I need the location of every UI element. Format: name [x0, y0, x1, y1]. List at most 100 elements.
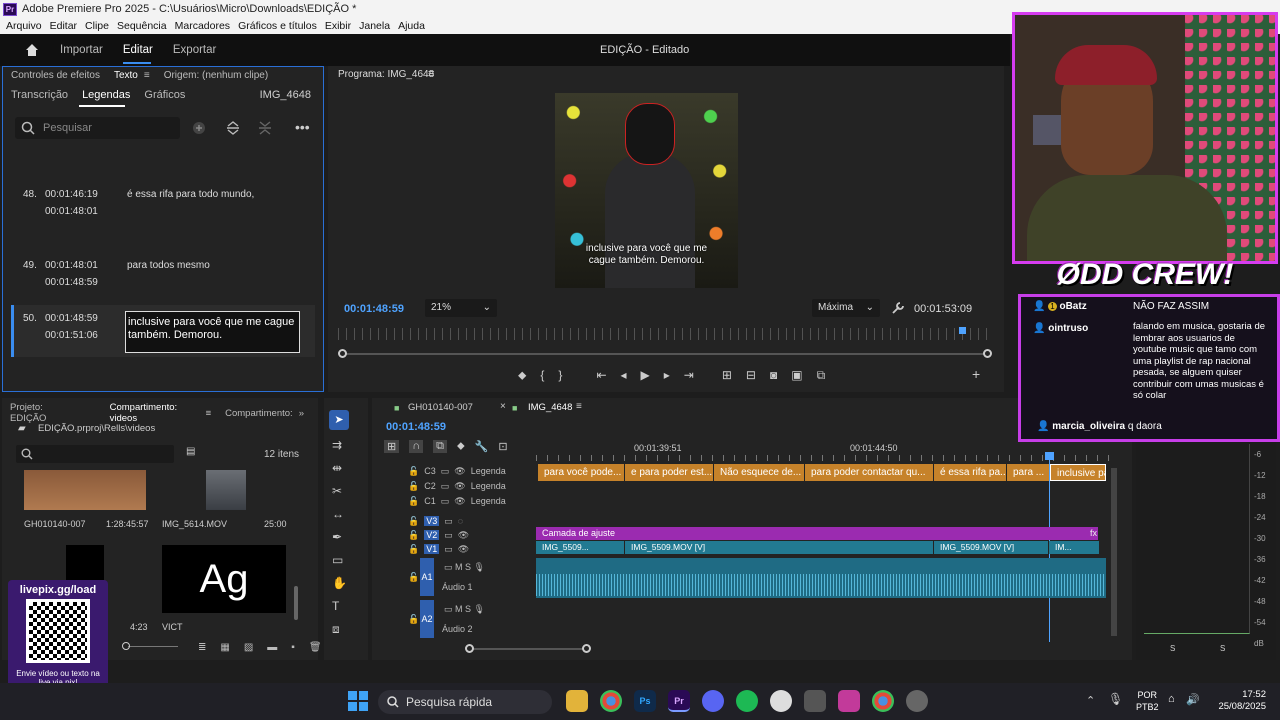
scroll-handle-right[interactable] [983, 349, 992, 358]
add-marker-icon[interactable]: ⬥ [457, 440, 465, 453]
caption-clip[interactable]: Não esquece de... [714, 464, 804, 481]
home-icon[interactable] [24, 42, 40, 58]
vr-icon[interactable]: ⧉ [817, 368, 826, 383]
quality-select[interactable]: Máxima ⌄ [812, 299, 880, 317]
tab-project[interactable]: Projeto: EDIÇÃO [10, 402, 78, 424]
lock-icon[interactable]: 🔓 [408, 614, 419, 625]
meter-solo-left[interactable]: S [1170, 644, 1175, 653]
trash-icon[interactable]: 🗑 [309, 642, 322, 653]
tab-sequence-img4648[interactable]: IMG_4648 [528, 402, 572, 413]
new-item-icon[interactable]: ▪ [291, 642, 295, 653]
eye-icon[interactable]: 👁 [454, 466, 465, 476]
h-scroll-handle-left[interactable] [465, 644, 474, 653]
zoom-select[interactable]: 21% ⌄ [425, 299, 497, 317]
eye-hidden-icon[interactable]: ◌ [458, 516, 463, 526]
menu-arquivo[interactable]: Arquivo [6, 20, 42, 32]
spotify-icon[interactable] [736, 690, 758, 712]
lock-icon[interactable]: 🔓 [408, 496, 419, 506]
tab-source[interactable]: Origem: (nenhum clipe) [164, 70, 268, 81]
program-menu-icon[interactable]: ≡ [428, 68, 434, 80]
program-playhead[interactable] [959, 327, 966, 334]
pen-icon[interactable]: ✒ [332, 530, 347, 544]
taskbar-search[interactable]: Pesquisa rápida [378, 690, 552, 714]
tray-expand-icon[interactable]: ⌃ [1086, 694, 1095, 707]
discord-icon[interactable] [702, 690, 724, 712]
snap-icon[interactable]: ∩ [409, 440, 424, 453]
video-clip[interactable]: IMG_5509.MOV [V] [934, 541, 1048, 554]
step-forward-icon[interactable]: ▸ [664, 368, 670, 383]
workspace-editar[interactable]: Editar [123, 44, 153, 56]
marker-icon[interactable]: ⬥ [518, 368, 526, 383]
chrome-icon[interactable] [600, 690, 622, 712]
lock-icon[interactable]: 🔓 [408, 516, 419, 526]
close-icon[interactable]: × [500, 401, 506, 412]
eye-icon[interactable]: 👁 [458, 530, 469, 540]
lock-icon[interactable]: 🔓 [408, 572, 419, 583]
tab-bin-other[interactable]: Compartimento: [225, 408, 293, 419]
mark-out-icon[interactable]: } [558, 368, 562, 383]
caption-tool-icon[interactable]: ⧈ [332, 622, 347, 637]
linked-selection-icon[interactable]: ⧉ [433, 440, 447, 453]
icon-view-icon[interactable]: ▦ [220, 642, 229, 653]
subtab-graficos[interactable]: Gráficos [144, 89, 185, 101]
captions-search-input[interactable]: Pesquisar [15, 117, 180, 139]
selection-tool-icon[interactable]: ➤ [329, 410, 349, 430]
menu-sequencia[interactable]: Sequência [117, 20, 167, 32]
razor-icon[interactable]: ✂ [332, 484, 347, 498]
scroll-handle-left[interactable] [338, 349, 347, 358]
step-back-icon[interactable]: ◂ [621, 368, 627, 383]
caption-clip[interactable]: é essa rifa pa... [934, 464, 1006, 481]
language-indicator[interactable]: POR PTB2 [1136, 689, 1159, 713]
subtab-transcricao[interactable]: Transcrição [11, 89, 68, 101]
file-explorer-icon[interactable] [566, 690, 588, 712]
tab-effect-controls[interactable]: Controles de efeitos [11, 70, 100, 81]
workspace-importar[interactable]: Importar [60, 44, 103, 56]
app-icon[interactable] [770, 690, 792, 712]
menu-clipe[interactable]: Clipe [85, 20, 109, 32]
lock-icon[interactable]: 🔓 [408, 466, 419, 476]
timeline-v-scroll[interactable] [1111, 468, 1117, 636]
clock[interactable]: 17:52 25/08/2025 [1208, 689, 1266, 713]
audio-clip-a1[interactable] [536, 558, 1106, 598]
project-search-input[interactable] [16, 445, 174, 463]
caption-edit-field[interactable]: inclusive para você que me cague também.… [125, 311, 300, 353]
track-select-icon[interactable]: ⇉ [332, 438, 347, 452]
volume-icon[interactable]: 🔊 [1186, 693, 1200, 706]
video-clip[interactable]: IM... [1049, 541, 1099, 554]
slip-icon[interactable]: ↔ [332, 507, 347, 521]
network-icon[interactable]: ⌂ [1168, 693, 1175, 705]
caption-clip[interactable]: e para poder est... [625, 464, 713, 481]
menu-marcadores[interactable]: Marcadores [175, 20, 230, 32]
video-clip[interactable]: IMG_5509... [536, 541, 624, 554]
lock-icon[interactable]: 🔓 [408, 481, 419, 491]
captions-icon[interactable]: ⊡ [498, 440, 507, 453]
panel-menu-icon[interactable]: ≡ [144, 70, 150, 81]
mute-icon[interactable]: ▭ M S 🎙 [444, 562, 485, 573]
rectangle-icon[interactable]: ▭ [332, 553, 347, 567]
workspace-exportar[interactable]: Exportar [173, 44, 216, 56]
thumbnail-gh010140[interactable] [24, 470, 146, 510]
menu-janela[interactable]: Janela [359, 20, 390, 32]
lock-icon[interactable]: 🔓 [408, 530, 419, 540]
program-timecode[interactable]: 00:01:48:59 [344, 303, 404, 315]
terminal-icon[interactable] [804, 690, 826, 712]
tab-sequence-gh010140[interactable]: GH010140-007 [408, 402, 473, 413]
caption-clip[interactable]: para poder contactar qu... [805, 464, 933, 481]
chrome2-icon[interactable] [872, 690, 894, 712]
mark-in-icon[interactable]: { [540, 368, 544, 383]
zoom-slider[interactable] [128, 646, 178, 647]
microphone-icon[interactable]: 🎙 [1108, 692, 1123, 706]
track-id[interactable]: V3 [424, 516, 440, 526]
h-scroll-handle-right[interactable] [582, 644, 591, 653]
track-id[interactable]: A1 [420, 558, 434, 596]
timeline-ruler[interactable] [536, 455, 1110, 461]
thumbnail-graphic[interactable]: Ag [162, 545, 286, 613]
photoshop-icon[interactable]: Ps [634, 690, 656, 712]
lock-icon[interactable]: 🔓 [408, 544, 419, 554]
track-id[interactable]: A2 [420, 600, 434, 638]
caption-clip-selected[interactable]: inclusive pa [1050, 464, 1106, 481]
ripple-edit-icon[interactable]: ⇹ [332, 461, 347, 475]
add-caption-icon[interactable] [192, 121, 206, 135]
adjustment-layer-clip[interactable]: Camada de ajuste [536, 527, 1098, 540]
windows-start-icon[interactable] [348, 691, 368, 711]
